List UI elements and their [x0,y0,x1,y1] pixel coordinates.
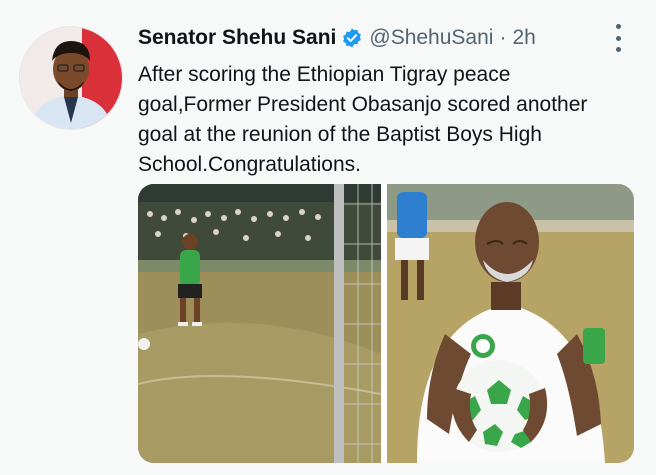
tweet-media-grid [138,184,634,463]
author-avatar[interactable] [20,27,122,129]
more-dot [616,47,621,52]
author-handle[interactable]: @ShehuSani [369,26,493,50]
tweet-text: After scoring the Ethiopian Tigray peace… [138,63,588,176]
tweet-header: Senator Shehu Sani @ShehuSani · 2h [138,26,536,50]
tweet-timestamp[interactable]: 2h [512,26,535,50]
more-dot [616,35,621,41]
more-options-icon[interactable] [616,24,624,52]
media-photo-1[interactable] [138,184,381,463]
verified-badge-icon [343,28,362,48]
man-holding-football-photo [387,184,634,463]
football-match-photo [138,184,381,463]
more-dot [616,24,621,29]
avatar-photo [20,27,122,129]
media-photo-2[interactable] [387,184,634,463]
author-display-name[interactable]: Senator Shehu Sani [138,26,336,50]
header-separator: · [499,26,507,49]
tweet-card[interactable]: Senator Shehu Sani @ShehuSani · 2h After… [0,0,656,475]
